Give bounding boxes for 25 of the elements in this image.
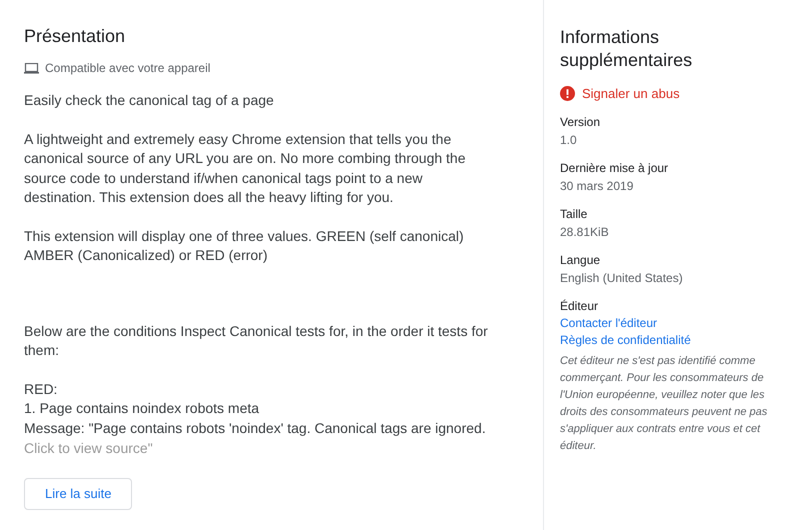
alert-icon (560, 86, 575, 101)
field-label: Taille (560, 206, 588, 223)
field-value: English (United States) (560, 270, 684, 287)
publisher-link[interactable]: Contacter l'éditeur (560, 315, 790, 332)
section-title: Présentation (24, 26, 126, 47)
laptop-icon (24, 62, 39, 74)
description-paragraph: This extension will display one of three values. GREEN (self canonical) AMBER (Canonicalized) or RED (error) (24, 226, 465, 265)
field-value: 30 mars 2019 (560, 178, 634, 195)
read-more-button[interactable]: Lire la suite (24, 478, 132, 510)
faded-text: Click to view source" (24, 439, 154, 458)
field-value: 28.81KiB (560, 224, 610, 241)
section-title: Informations supplémentaires (560, 26, 694, 72)
field-label: Version (560, 114, 602, 131)
field-value: 1.0 (560, 132, 578, 149)
description-paragraph: RED: 1. Page contains noindex robots meta Message: "Page contains robots 'noindex' tag. Canonical tags are ignored. (24, 380, 487, 438)
field-label: Éditeur (560, 298, 600, 315)
description-paragraph: Easily check the canonical tag of a page (24, 91, 275, 110)
compatibility-label: Compatible avec votre appareil (45, 61, 210, 75)
field-label: Langue (560, 252, 602, 269)
description-paragraph: Below are the conditions Inspect Canonical tests for, in the order it tests for them: (24, 322, 489, 360)
description-paragraph: A lightweight and extremely easy Chrome extension that tells you the canonical source of any URL you are on. No more combing through the source code to understand if/when canonical tags point to a new destination. This extension does all the heavy lifting for you. (24, 130, 467, 207)
field-label: Dernière mise à jour (560, 160, 670, 177)
publisher-link[interactable]: Règles de confidentialité (560, 332, 790, 349)
publisher-notice: Cet éditeur ne s'est pas identifié comme commerçant. Pour les consommateurs de l'Union européenne, veuillez noter que les droits des consommateurs peuvent ne pas s'appliquer aux contrats entre vous et cet éditeur. (560, 354, 768, 454)
report-abuse-link[interactable]: Signaler un abus (560, 86, 790, 101)
